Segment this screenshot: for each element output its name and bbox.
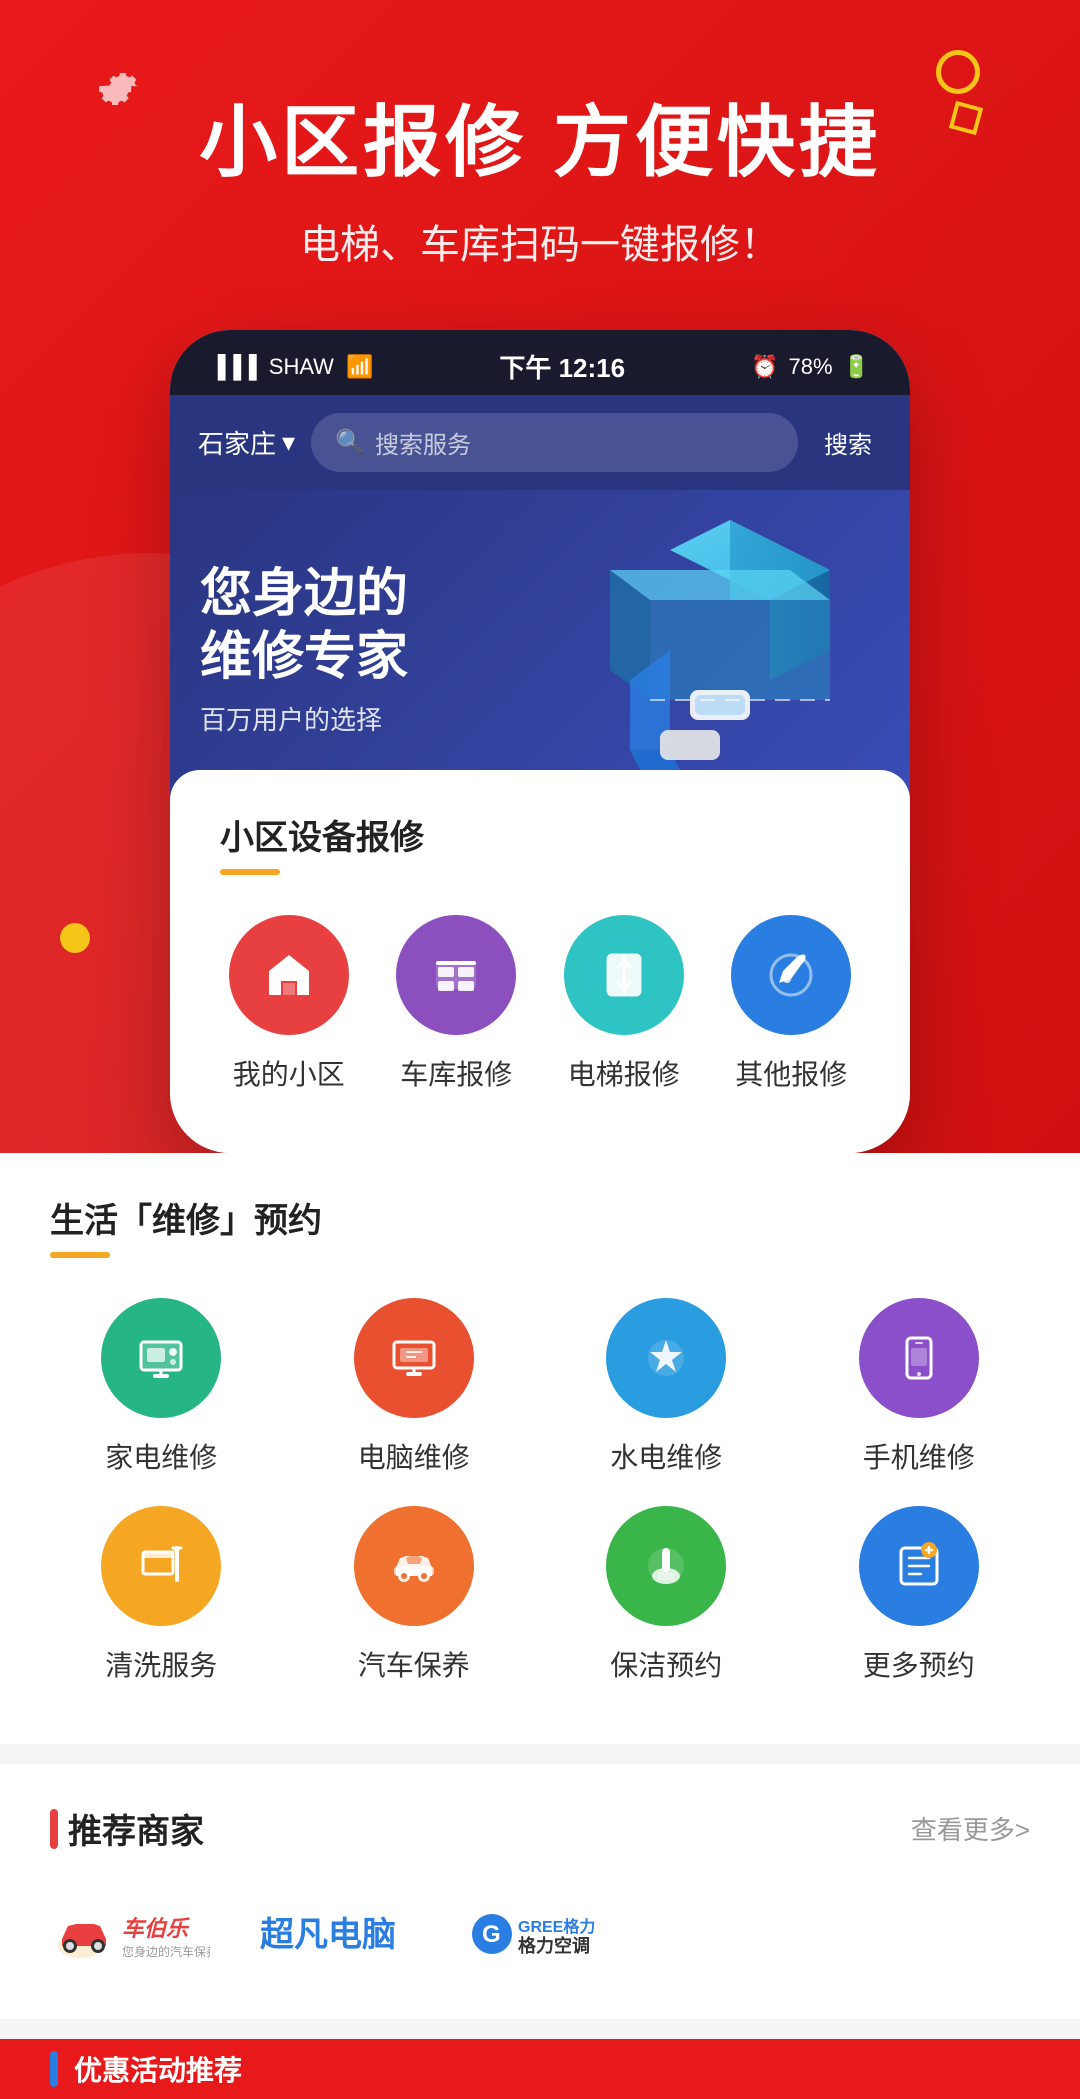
life-item-phone[interactable]: 手机维修 bbox=[808, 1298, 1031, 1476]
status-time: 下午 12:16 bbox=[499, 348, 625, 385]
repair-card: 小区设备报修 我的小区 bbox=[170, 770, 910, 1153]
search-bar[interactable]: 🔍 搜索服务 bbox=[311, 413, 798, 472]
bottom-section-title: 优惠活动推荐 bbox=[74, 2049, 242, 2089]
repair-section-title: 小区设备报修 bbox=[220, 810, 860, 859]
gear-icon bbox=[90, 60, 150, 120]
housekeeping-icon bbox=[606, 1506, 726, 1626]
circle-decoration bbox=[936, 50, 980, 94]
utilities-label: 水电维修 bbox=[610, 1436, 722, 1476]
chevron-down-icon: ▾ bbox=[282, 427, 295, 458]
other-repair-icon bbox=[731, 915, 851, 1035]
merchant-carbo[interactable]: 车伯乐 您身边的汽车保养专家 bbox=[50, 1899, 210, 1969]
myarea-label: 我的小区 bbox=[233, 1053, 345, 1093]
hero-title: 小区报修 方便快捷 bbox=[0, 80, 1080, 192]
cleaning-icon bbox=[101, 1506, 221, 1626]
square-decoration bbox=[949, 101, 983, 135]
life-repair-section: 生活「维修」预约 家电维修 bbox=[0, 1153, 1080, 1744]
phone-mockup: ▐▐▐ SHAW 📶 下午 12:16 ⏰ 78% 🔋 石家庄 ▾ 🔍 搜索服务… bbox=[170, 330, 910, 1153]
banner-illustration bbox=[570, 500, 890, 800]
location-selector[interactable]: 石家庄 ▾ bbox=[198, 424, 295, 461]
bottom-section: 优惠活动推荐 bbox=[0, 2039, 1080, 2099]
signal-icon: ▐▐▐ bbox=[210, 354, 257, 380]
merchants-section: 推荐商家 查看更多> 车伯乐 您身边的汽车保养专家 bbox=[0, 1764, 1080, 2019]
repair-title-bar bbox=[220, 869, 280, 875]
appliance-icon bbox=[101, 1298, 221, 1418]
status-left: ▐▐▐ SHAW 📶 bbox=[210, 354, 373, 380]
svg-text:您身边的汽车保养专家: 您身边的汽车保养专家 bbox=[122, 1944, 210, 1959]
car-label: 汽车保养 bbox=[358, 1644, 470, 1684]
repair-item-other[interactable]: 其他报修 bbox=[723, 915, 861, 1093]
repair-icon-grid: 我的小区 车库报修 bbox=[220, 915, 860, 1093]
app-header: 石家庄 ▾ 🔍 搜索服务 搜索 bbox=[170, 395, 910, 490]
merchants-title: 推荐商家 bbox=[50, 1804, 204, 1853]
hero-subtitle: 电梯、车库扫码一键报修！ bbox=[0, 212, 1080, 270]
alarm-icon: ⏰ bbox=[751, 354, 778, 380]
main-content: 生活「维修」预约 家电维修 bbox=[0, 1153, 1080, 2099]
decoration-top-right bbox=[936, 50, 980, 132]
computer-icon bbox=[354, 1298, 474, 1418]
cleaning-label: 清洗服务 bbox=[105, 1644, 217, 1684]
repair-item-myarea[interactable]: 我的小区 bbox=[220, 915, 358, 1093]
car-icon bbox=[354, 1506, 474, 1626]
repair-item-elevator[interactable]: 电梯报修 bbox=[555, 915, 693, 1093]
life-item-computer[interactable]: 电脑维修 bbox=[303, 1298, 526, 1476]
bottom-blue-accent bbox=[50, 2051, 58, 2087]
life-item-utilities[interactable]: 水电维修 bbox=[555, 1298, 778, 1476]
merchant-list: 车伯乐 您身边的汽车保养专家 超凡电脑 G GREE格力 格力空调 bbox=[50, 1889, 1030, 1979]
phone-repair-icon bbox=[859, 1298, 979, 1418]
search-icon: 🔍 bbox=[335, 428, 365, 457]
life-icon-grid: 家电维修 电脑维修 bbox=[50, 1298, 1030, 1684]
banner-subtitle: 百万用户的选择 bbox=[200, 700, 408, 737]
garage-label: 车库报修 bbox=[400, 1053, 512, 1093]
wifi-icon: 📶 bbox=[346, 354, 373, 380]
elevator-label: 电梯报修 bbox=[568, 1053, 680, 1093]
status-right: ⏰ 78% 🔋 bbox=[751, 354, 870, 380]
merchants-header: 推荐商家 查看更多> bbox=[50, 1804, 1030, 1853]
battery-icon: 🔋 bbox=[843, 354, 870, 380]
life-item-car[interactable]: 汽车保养 bbox=[303, 1506, 526, 1684]
search-button[interactable]: 搜索 bbox=[814, 425, 882, 460]
yellow-dot-decoration bbox=[60, 923, 90, 953]
computer-label: 电脑维修 bbox=[358, 1436, 470, 1476]
life-item-appliance[interactable]: 家电维修 bbox=[50, 1298, 273, 1476]
battery-percent: 78% bbox=[789, 354, 833, 380]
svg-text:超凡电脑: 超凡电脑 bbox=[260, 1916, 396, 1954]
hero-section: 小区报修 方便快捷 电梯、车库扫码一键报修！ ▐▐▐ SHAW 📶 下午 12:… bbox=[0, 0, 1080, 1153]
status-bar: ▐▐▐ SHAW 📶 下午 12:16 ⏰ 78% 🔋 bbox=[170, 330, 910, 395]
elevator-icon bbox=[564, 915, 684, 1035]
more-label: 更多预约 bbox=[863, 1644, 975, 1684]
more-icon bbox=[859, 1506, 979, 1626]
banner-title: 您身边的维修专家 bbox=[200, 563, 408, 688]
myarea-icon bbox=[229, 915, 349, 1035]
other-repair-label: 其他报修 bbox=[735, 1053, 847, 1093]
life-item-housekeeping[interactable]: 保洁预约 bbox=[555, 1506, 778, 1684]
life-item-more[interactable]: 更多预约 bbox=[808, 1506, 1031, 1684]
repair-item-garage[interactable]: 车库报修 bbox=[388, 915, 526, 1093]
merchant-chaofan[interactable]: 超凡电脑 bbox=[260, 1899, 420, 1969]
phone-repair-label: 手机维修 bbox=[863, 1436, 975, 1476]
life-title-bar bbox=[50, 1252, 110, 1258]
merchants-more[interactable]: 查看更多> bbox=[911, 1810, 1030, 1847]
svg-text:G: G bbox=[482, 1921, 501, 1948]
appliance-label: 家电维修 bbox=[105, 1436, 217, 1476]
search-placeholder: 搜索服务 bbox=[375, 425, 471, 460]
merchant-gree[interactable]: G GREE格力 格力空调 bbox=[470, 1899, 670, 1969]
utilities-icon bbox=[606, 1298, 726, 1418]
life-item-cleaning[interactable]: 清洗服务 bbox=[50, 1506, 273, 1684]
carrier-name: SHAW bbox=[269, 354, 334, 380]
location-text: 石家庄 bbox=[198, 424, 276, 461]
svg-text:格力空调: 格力空调 bbox=[518, 1935, 590, 1956]
banner-text: 您身边的维修专家 百万用户的选择 bbox=[200, 563, 408, 737]
life-section-title: 生活「维修」预约 bbox=[50, 1193, 1030, 1242]
garage-icon bbox=[396, 915, 516, 1035]
housekeeping-label: 保洁预约 bbox=[610, 1644, 722, 1684]
app-banner: 您身边的维修专家 百万用户的选择 bbox=[170, 490, 910, 810]
